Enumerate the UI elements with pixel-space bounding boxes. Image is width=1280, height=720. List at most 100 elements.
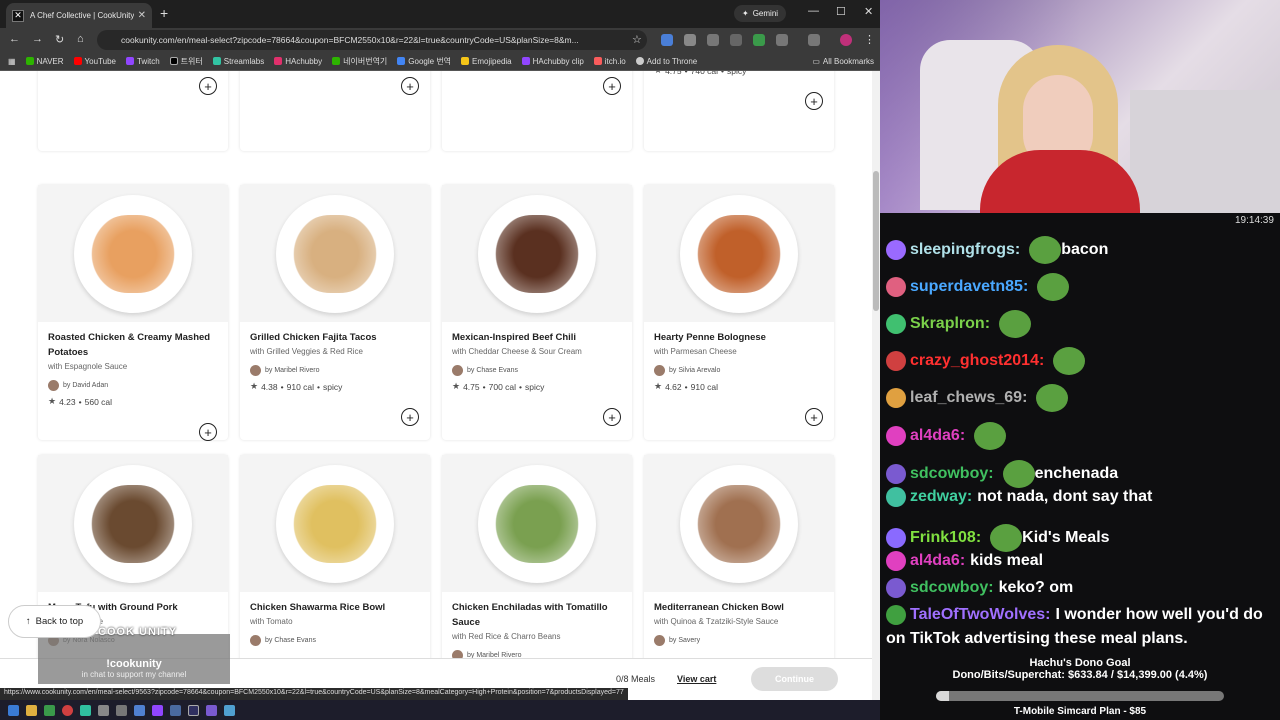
reload-icon[interactable]: ↻ [55, 33, 64, 46]
extension-icon[interactable] [707, 34, 719, 46]
chat-username[interactable]: sdcowboy: [910, 579, 994, 597]
chef-byline[interactable]: by Chase Evans [452, 365, 518, 376]
app-icon[interactable] [224, 704, 235, 716]
profile-avatar-icon[interactable] [840, 34, 852, 46]
bookmark-twitch[interactable]: Twitch [125, 57, 160, 66]
chef-byline[interactable]: by Chase Evans [250, 635, 316, 646]
back-to-top-button[interactable]: ↑ Back to top [8, 605, 101, 638]
app-icon[interactable] [44, 704, 55, 716]
menu-kebab-icon[interactable]: ⋮ [864, 33, 875, 46]
chat-username[interactable]: TaleOfTwoWolves: [910, 606, 1050, 624]
app-icon[interactable] [80, 704, 91, 716]
meal-card[interactable]: Mexican-Inspired Beef Chili with Cheddar … [442, 185, 632, 440]
add-meal-button[interactable]: + [805, 408, 823, 426]
sidepanel-icon[interactable] [808, 34, 820, 46]
add-meal-button[interactable]: + [805, 92, 823, 110]
all-bookmarks-folder[interactable]: ▭ All Bookmarks [812, 57, 874, 66]
meal-title[interactable]: Mediterranean Chicken Bowl [654, 600, 829, 615]
tab-cookunity[interactable]: ✕ A Chef Collective | CookUnity | ✕ [6, 3, 152, 28]
apps-grid-icon[interactable]: ▦ [8, 57, 16, 66]
file-explorer-icon[interactable] [26, 704, 37, 716]
add-meal-button[interactable]: + [401, 408, 419, 426]
chat-username[interactable]: superdavetn85: [910, 278, 1028, 296]
meal-card[interactable]: Chile Saucewith Red Rice & Charro Beansb… [644, 71, 834, 151]
meal-image[interactable] [644, 455, 834, 592]
meal-card[interactable]: Hearty Penne Bolognese with Parmesan Chee… [644, 185, 834, 440]
chat-username[interactable]: leaf_chews_69: [910, 389, 1027, 407]
bookmark-star-icon[interactable]: ☆ [632, 33, 642, 46]
meal-card[interactable]: with Red Beans & Rice and Sweet Plantain… [442, 71, 632, 151]
extensions-puzzle-icon[interactable] [776, 34, 788, 46]
chat-username[interactable]: Frink108: [910, 529, 981, 547]
page-scrollbar[interactable] [872, 71, 880, 700]
extension-icon[interactable] [753, 34, 765, 46]
extension-icon[interactable] [730, 34, 742, 46]
meal-image[interactable] [38, 455, 228, 592]
address-bar[interactable]: cookunity.com/en/meal-select?zipcode=786… [97, 30, 647, 50]
chef-byline[interactable]: by Maribel Rivero [250, 365, 319, 376]
chat-username[interactable]: al4da6: [910, 552, 965, 570]
chrome-icon[interactable] [62, 704, 73, 716]
chat-username[interactable]: crazy_ghost2014: [910, 352, 1044, 370]
windows-start-icon[interactable] [8, 704, 19, 716]
bookmark-naver[interactable]: NAVER [25, 57, 64, 66]
bookmark-twitter[interactable]: 트위터 [169, 56, 203, 67]
bookmark-hachubby[interactable]: HAchubby [274, 57, 322, 66]
twitch-icon[interactable] [152, 704, 163, 716]
meal-card[interactable]: Mediterranean Chicken Bowl with Quinoa & … [644, 455, 834, 658]
meal-title[interactable]: Hearty Penne Bolognese [654, 330, 829, 345]
meal-title[interactable]: Grilled Chicken Fajita Tacos [250, 330, 425, 345]
chef-byline[interactable]: by David Adan [48, 380, 108, 391]
add-meal-button[interactable]: + [199, 423, 217, 441]
meal-title[interactable]: Mexican-Inspired Beef Chili [452, 330, 627, 345]
bookmark-google-translate[interactable]: Google 번역 [397, 56, 451, 67]
extension-icon[interactable] [661, 34, 673, 46]
continue-button[interactable]: Continue [751, 667, 838, 691]
extension-icon[interactable] [684, 34, 696, 46]
meal-card[interactable]: Chicken Enchiladas with Tomatillo Sauce w… [442, 455, 632, 658]
meal-card[interactable]: Roasted Chicken & Creamy Mashed Potatoes… [38, 185, 228, 441]
meal-image[interactable] [644, 185, 834, 322]
chat-username[interactable]: Skraplron: [910, 315, 990, 333]
forward-arrow-icon[interactable]: → [32, 33, 43, 45]
close-tab-icon[interactable]: ✕ [138, 10, 146, 21]
bookmark-youtube[interactable]: YouTube [73, 57, 116, 66]
chat-username[interactable]: al4da6: [910, 427, 965, 445]
meal-title[interactable]: Roasted Chicken & Creamy Mashed Potatoes [48, 330, 223, 360]
meal-image[interactable] [240, 455, 430, 592]
maximize-icon[interactable]: ☐ [836, 5, 846, 18]
bookmark-naver-translate[interactable]: 네이버번역기 [332, 56, 387, 67]
add-meal-button[interactable]: + [603, 77, 621, 95]
meal-title[interactable]: Chicken Enchiladas with Tomatillo Sauce [452, 600, 627, 630]
app-icon[interactable] [98, 704, 109, 716]
chat-username[interactable]: sdcowboy: [910, 465, 994, 483]
bookmark-hachubby-clip[interactable]: HAchubby clip [521, 57, 584, 66]
app-icon[interactable] [116, 704, 127, 716]
minimize-icon[interactable]: — [808, 5, 819, 17]
chef-byline[interactable]: by Savery [654, 635, 700, 646]
meal-card[interactable]: with Red Rice & Pinto Beansby Maribel Ri… [38, 71, 228, 151]
steam-icon[interactable] [170, 704, 181, 716]
back-arrow-icon[interactable]: ← [9, 33, 20, 45]
close-window-icon[interactable]: ✕ [864, 5, 873, 18]
meal-card[interactable]: Chicken Shawarma Rice Bowl with Tomato by … [240, 455, 430, 658]
bookmark-emojipedia[interactable]: Emojipedia [461, 57, 512, 66]
obs-icon[interactable] [188, 704, 199, 716]
home-icon[interactable]: ⌂ [77, 33, 84, 45]
chef-byline[interactable]: by Maribel Rivero [452, 650, 521, 658]
meal-card[interactable]: with Enchilada, Red Rice & Charro Beansb… [240, 71, 430, 151]
bookmark-itchio[interactable]: itch.io [593, 57, 626, 66]
meal-image[interactable] [38, 185, 228, 322]
view-cart-link[interactable]: View cart [677, 674, 716, 684]
meal-title[interactable]: Chicken Shawarma Rice Bowl [250, 600, 425, 615]
chef-byline[interactable]: by Silvia Arevalo [654, 365, 720, 376]
app-icon[interactable] [134, 704, 145, 716]
bookmark-streamlabs[interactable]: Streamlabs [212, 57, 264, 66]
app-icon[interactable] [206, 704, 217, 716]
new-tab-button[interactable]: + [160, 5, 168, 21]
meal-image[interactable] [442, 185, 632, 322]
chat-username[interactable]: zedway: [910, 488, 972, 506]
bookmark-throne[interactable]: Add to Throne [635, 57, 697, 66]
meal-image[interactable] [240, 185, 430, 322]
chat-username[interactable]: sleepingfrogs: [910, 241, 1020, 259]
